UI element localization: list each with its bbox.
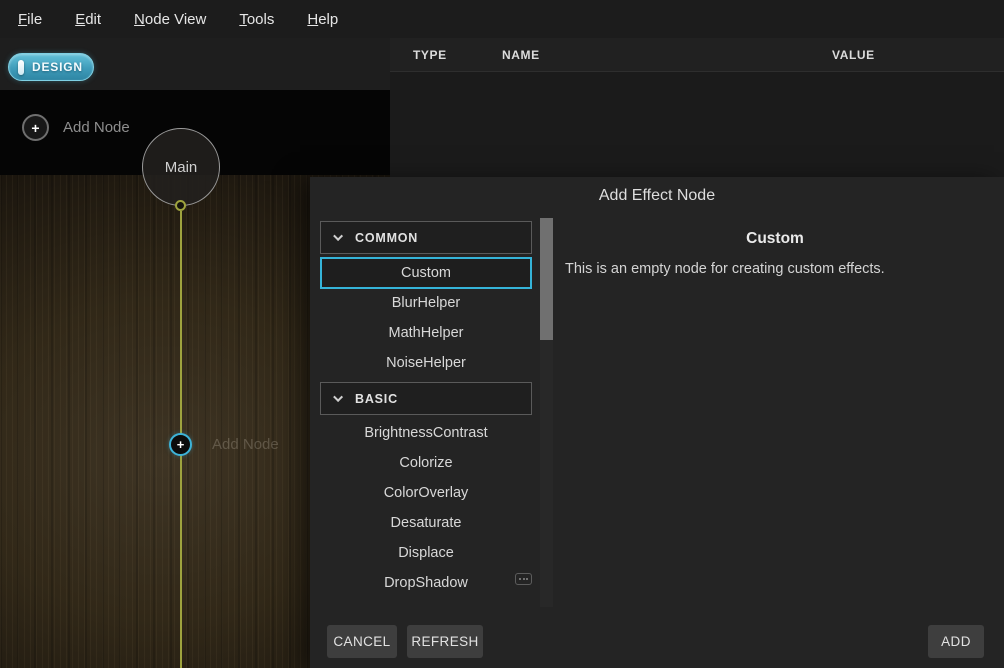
add-node-label: Add Node: [212, 436, 279, 453]
menu-help[interactable]: Help: [307, 11, 338, 28]
effect-item-dropshadow[interactable]: DropShadow: [320, 568, 532, 598]
main-node[interactable]: Main: [142, 128, 220, 206]
add-node-button-inline[interactable]: + Add Node: [169, 433, 279, 456]
node-output-port[interactable]: [175, 200, 186, 211]
effect-item-brightnesscontrast[interactable]: BrightnessContrast: [320, 418, 532, 448]
toolbar: DESIGN →|←: [0, 38, 390, 90]
add-effect-node-dialog: Add Effect Node COMMON Custom BlurHelper…: [310, 177, 1004, 668]
list-scrollbar-track[interactable]: [540, 218, 553, 607]
add-button[interactable]: ADD: [928, 625, 984, 658]
effect-item-custom[interactable]: Custom: [320, 257, 532, 289]
toggle-indicator-icon: [18, 60, 24, 75]
section-label: BASIC: [355, 392, 398, 406]
design-toggle-label: DESIGN: [32, 60, 83, 74]
effect-item-coloroverlay[interactable]: ColorOverlay: [320, 478, 532, 508]
effect-item-blurhelper[interactable]: BlurHelper: [320, 288, 532, 318]
app-window: File Edit Node View Tools Help DESIGN →|…: [0, 0, 1004, 668]
cancel-button[interactable]: CANCEL: [327, 625, 397, 658]
dialog-title: Add Effect Node: [310, 187, 1004, 205]
menu-file[interactable]: File: [18, 11, 42, 28]
list-scrollbar-thumb[interactable]: [540, 218, 553, 340]
dot: [526, 578, 528, 580]
dot: [519, 578, 521, 580]
column-header-value: VALUE: [832, 48, 875, 62]
plus-icon[interactable]: +: [22, 114, 49, 141]
section-header-common[interactable]: COMMON: [320, 221, 532, 254]
effect-item-colorize[interactable]: Colorize: [320, 448, 532, 478]
chevron-down-icon: [333, 392, 343, 402]
properties-header-row: TYPE NAME VALUE: [390, 38, 1004, 72]
effect-item-mathhelper[interactable]: MathHelper: [320, 318, 532, 348]
add-node-button-top[interactable]: + Add Node: [22, 114, 130, 141]
dot: [523, 578, 525, 580]
menu-bar: File Edit Node View Tools Help: [0, 0, 1004, 38]
effect-item-desaturate[interactable]: Desaturate: [320, 508, 532, 538]
chevron-down-icon: [333, 231, 343, 241]
main-node-label: Main: [165, 159, 198, 176]
column-header-type: TYPE: [413, 48, 447, 62]
menu-node-view[interactable]: Node View: [134, 11, 206, 28]
refresh-button[interactable]: REFRESH: [407, 625, 483, 658]
add-node-label: Add Node: [63, 119, 130, 136]
menu-tools[interactable]: Tools: [239, 11, 274, 28]
menu-edit[interactable]: Edit: [75, 11, 101, 28]
design-mode-toggle[interactable]: DESIGN: [8, 53, 94, 81]
effect-item-noisehelper[interactable]: NoiseHelper: [320, 348, 532, 378]
effect-detail-description: This is an empty node for creating custo…: [565, 261, 995, 277]
section-label: COMMON: [355, 231, 418, 245]
section-header-basic[interactable]: BASIC: [320, 382, 532, 415]
effect-item-displace[interactable]: Displace: [320, 538, 532, 568]
effect-detail-title: Custom: [555, 230, 995, 248]
column-header-name: NAME: [502, 48, 540, 62]
plus-icon[interactable]: +: [169, 433, 192, 456]
more-options-icon[interactable]: [515, 573, 532, 585]
